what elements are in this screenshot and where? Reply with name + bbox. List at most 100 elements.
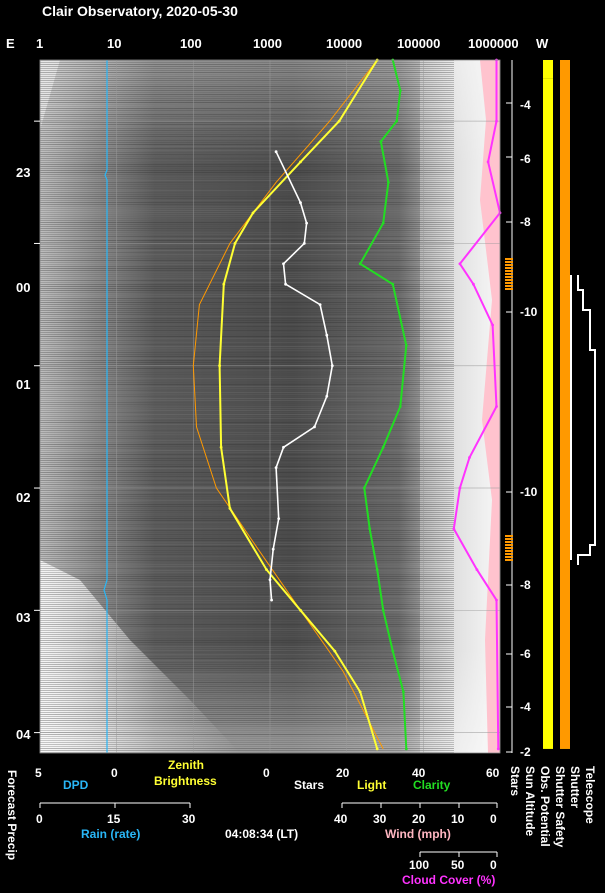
sky-streak [40, 350, 454, 351]
sky-streak [40, 250, 454, 251]
hour-label-03: 03 [16, 610, 31, 625]
hour-label-02: 02 [16, 490, 31, 505]
precip-mark [505, 273, 513, 275]
shutter-safety-segment [560, 60, 570, 749]
stars-point [313, 425, 316, 429]
sky-streak [40, 730, 454, 731]
sky-streak [40, 352, 454, 353]
sky-streak [40, 502, 454, 503]
clarity-point [395, 119, 399, 123]
sky-streak [40, 744, 454, 745]
sky-streak [40, 720, 454, 721]
sky-streak [40, 66, 454, 67]
sun-alt-label: -4 [520, 700, 531, 714]
sky-streak [40, 258, 454, 259]
sky-streak [40, 176, 454, 177]
sky-streak [40, 642, 454, 643]
sky-streak [40, 480, 454, 481]
sky-streak [40, 560, 454, 561]
sky-streak [40, 728, 454, 729]
sky-streak [40, 78, 454, 79]
stars-point [268, 578, 272, 582]
sky-streak [40, 204, 454, 205]
top-tick-10000: 10000 [326, 36, 363, 51]
sun-altitude-column-label: Sun Altitude [523, 766, 537, 837]
sky-streak [40, 296, 454, 297]
sky-streak [40, 344, 454, 345]
sky-streak [40, 578, 454, 579]
sky-streak [40, 696, 454, 697]
sky-streak [40, 192, 454, 193]
sky-streak [40, 534, 454, 535]
sky-streak [40, 612, 454, 613]
sky-streak [40, 358, 454, 359]
sky-streak [40, 280, 454, 281]
stars-point [318, 303, 322, 306]
sky-streak [40, 684, 454, 685]
sky-streak [40, 234, 454, 235]
sky-streak [40, 422, 454, 423]
stars-point [274, 150, 278, 154]
sky-streak [40, 474, 454, 475]
sky-streak [40, 524, 454, 525]
top-tick-100: 100 [180, 36, 202, 51]
timestamp: 04:08:34 (LT) [225, 827, 299, 841]
sky-streak [40, 228, 454, 229]
zenith-brightness-point [233, 242, 237, 245]
sky-streak [40, 310, 454, 311]
sky-streak [40, 368, 454, 369]
sky-streak [40, 682, 454, 683]
sky-streak [40, 586, 454, 587]
sky-streak [40, 614, 454, 615]
sky-streak [40, 328, 454, 329]
cloud-cover-point [458, 486, 462, 490]
sky-streak [40, 382, 454, 383]
wind-tick-30: 30 [373, 812, 387, 826]
sky-streak [40, 716, 454, 717]
sky-streak [40, 96, 454, 97]
sky-streak [40, 216, 454, 217]
precip-mark [505, 279, 513, 281]
sky-streak [40, 626, 454, 627]
sky-streak [40, 314, 454, 315]
precip-mark [505, 553, 513, 555]
sky-streak [40, 724, 454, 725]
sky-streak [40, 146, 454, 147]
sky-streak [40, 208, 454, 209]
zenith-brightness-point [219, 445, 223, 449]
sky-streak [40, 446, 454, 447]
dpd-label: DPD [63, 778, 89, 792]
sky-streak [40, 740, 454, 741]
page-title: Clair Observatory, 2020-05-30 [42, 3, 238, 19]
stars-point [284, 282, 287, 286]
cloud-cover-point [495, 405, 498, 408]
sky-streak [40, 676, 454, 677]
sky-streak [40, 378, 454, 379]
sun-alt-label: -2 [520, 745, 531, 759]
sky-streak [40, 418, 454, 419]
sky-streak [40, 354, 454, 355]
sky-streak [40, 184, 454, 185]
clarity-point [391, 649, 395, 653]
clarity-point [379, 140, 383, 143]
sky-streak [40, 72, 454, 73]
wind-label: Wind (mph) [385, 827, 451, 841]
top-axis-east-label: E [6, 36, 15, 51]
sky-streak [40, 292, 454, 293]
sun-alt-label: -10 [520, 485, 538, 499]
sky-streak [40, 472, 454, 473]
sky-streak [40, 570, 454, 571]
stars-point [305, 221, 308, 225]
sky-streak [40, 134, 454, 135]
sky-streak [40, 410, 454, 411]
sky-streak [40, 722, 454, 723]
sky-streak [40, 552, 454, 553]
sky-streak [40, 94, 454, 95]
sky-streak [40, 340, 454, 341]
stars-point [299, 201, 302, 205]
sky-streak [40, 658, 454, 659]
sky-streak [40, 630, 454, 631]
sky-streak [40, 324, 454, 325]
sky-streak [40, 470, 454, 471]
sky-streak [40, 172, 454, 173]
